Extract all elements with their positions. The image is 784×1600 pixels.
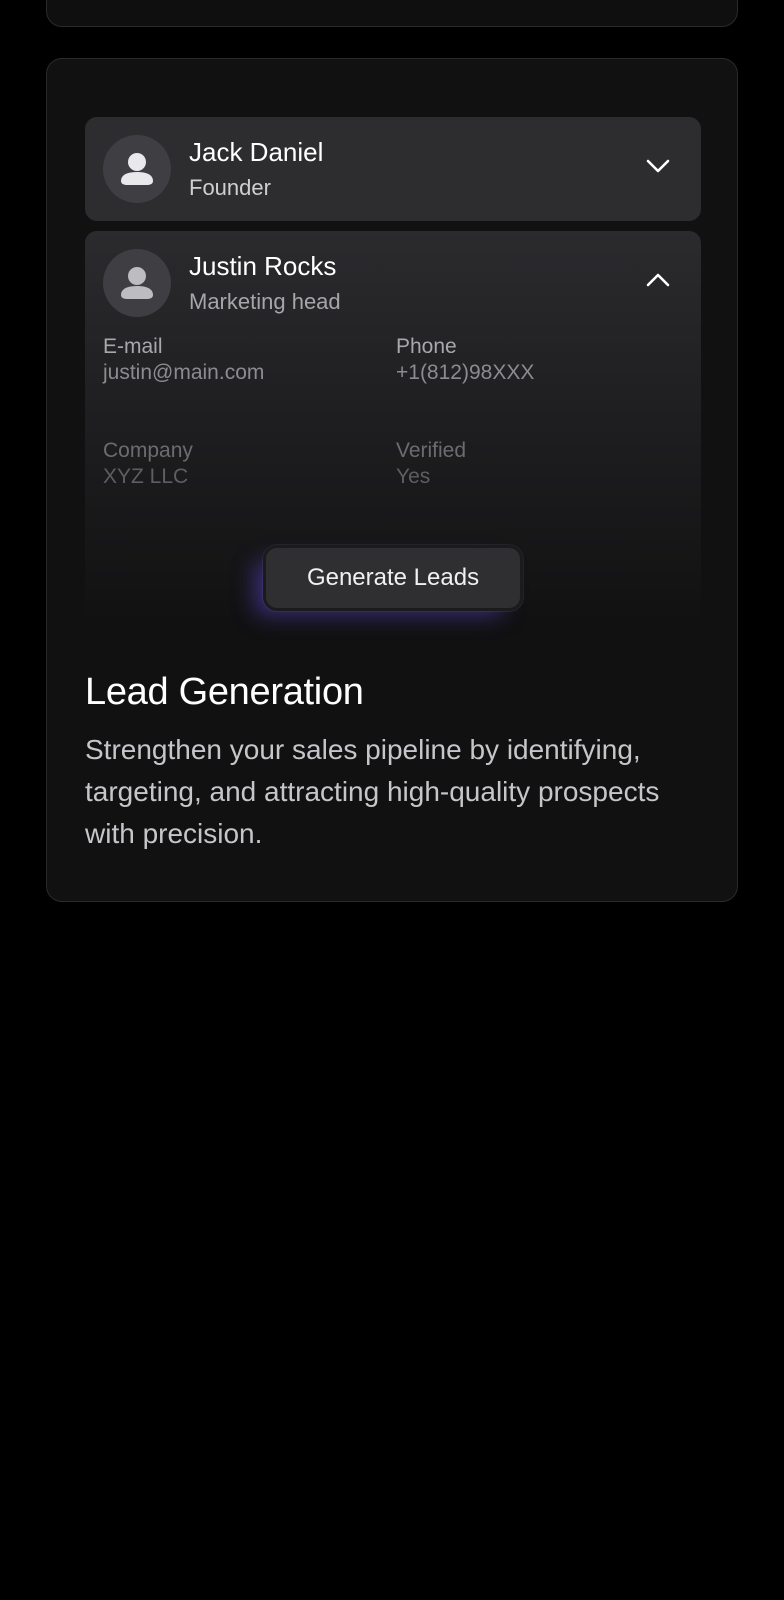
contact-name: Jack Daniel <box>189 137 324 167</box>
verified-value: Yes <box>396 465 431 488</box>
contact-row-justin-rocks[interactable]: Justin Rocks Marketing head E-mail justi… <box>85 231 701 621</box>
avatar <box>103 249 171 317</box>
chevron-down-icon[interactable] <box>643 151 673 181</box>
chevron-up-icon[interactable] <box>643 265 673 295</box>
company-label: Company <box>103 439 193 462</box>
contact-name: Justin Rocks <box>189 251 337 281</box>
previous-feature-card <box>46 0 738 27</box>
email-value: justin@main.com <box>103 361 265 384</box>
email-label: E-mail <box>103 335 163 358</box>
lead-generation-card: Jack Daniel Founder Justin Rocks Marketi… <box>46 58 738 902</box>
contact-role: Marketing head <box>189 289 341 314</box>
feature-title: Lead Generation <box>85 671 364 713</box>
contact-role: Founder <box>189 175 271 200</box>
user-icon <box>121 267 153 299</box>
generate-leads-button[interactable]: Generate Leads <box>263 545 523 611</box>
contact-row-jack-daniel[interactable]: Jack Daniel Founder <box>85 117 701 221</box>
company-value: XYZ LLC <box>103 465 189 488</box>
phone-label: Phone <box>396 335 457 358</box>
user-icon <box>121 153 153 185</box>
phone-value: +1(812)98XXX <box>396 361 535 384</box>
contact-preview: Jack Daniel Founder Justin Rocks Marketi… <box>85 117 701 621</box>
feature-description: Strengthen your sales pipeline by identi… <box>85 734 660 849</box>
verified-label: Verified <box>396 439 467 462</box>
avatar <box>103 135 171 203</box>
page: Jack Daniel Founder Justin Rocks Marketi… <box>0 0 784 1600</box>
